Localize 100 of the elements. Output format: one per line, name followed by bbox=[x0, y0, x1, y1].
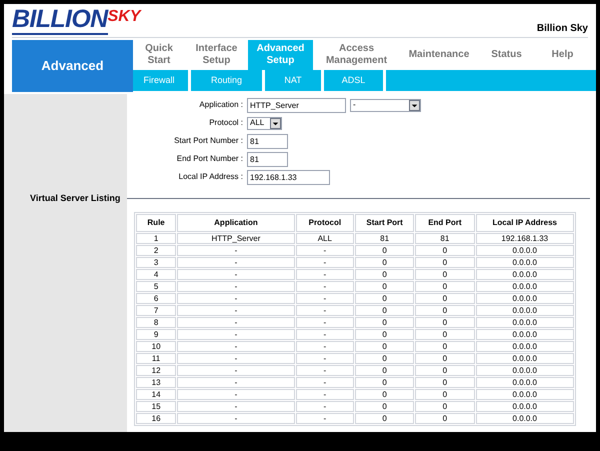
table-cell: 0 bbox=[354, 256, 414, 268]
table-cell: - bbox=[177, 364, 295, 376]
section-heading: Virtual Server Listing bbox=[29, 192, 122, 205]
device-name: Billion Sky bbox=[536, 22, 588, 36]
table-cell: 0.0.0.0 bbox=[476, 316, 574, 328]
table-cell: - bbox=[177, 400, 295, 412]
table-cell: - bbox=[177, 268, 295, 280]
table-cell: 0 bbox=[354, 304, 414, 316]
table-cell: 0 bbox=[354, 328, 414, 340]
table-cell: 0 bbox=[354, 280, 414, 292]
table-cell: 0 bbox=[415, 256, 474, 268]
table-cell: - bbox=[296, 352, 354, 364]
table-cell: 12 bbox=[136, 364, 176, 376]
table-cell: 0.0.0.0 bbox=[476, 256, 574, 268]
table-cell: 0 bbox=[354, 244, 414, 256]
column-header: Start Port bbox=[354, 214, 414, 232]
table-cell: - bbox=[296, 244, 354, 256]
table-cell: 0.0.0.0 bbox=[476, 268, 574, 280]
table-cell: - bbox=[296, 280, 354, 292]
table-cell: 4 bbox=[136, 268, 176, 280]
table-cell: 0.0.0.0 bbox=[476, 328, 574, 340]
table-cell: - bbox=[296, 268, 354, 280]
table-cell: 0 bbox=[415, 340, 474, 352]
field-label: Application : bbox=[198, 99, 244, 111]
input-field[interactable]: 81 bbox=[247, 134, 288, 148]
input-field[interactable]: 192.168.1.33 bbox=[247, 170, 330, 184]
table-cell: 0.0.0.0 bbox=[476, 352, 574, 364]
table-cell: 0 bbox=[415, 316, 474, 328]
table-cell: - bbox=[177, 316, 295, 328]
table-cell: 0 bbox=[415, 304, 474, 316]
table-cell: ALL bbox=[296, 232, 354, 244]
table-cell: 0 bbox=[415, 280, 474, 292]
table-cell: 0 bbox=[415, 388, 474, 400]
table-cell: - bbox=[296, 316, 354, 328]
table-cell: 0 bbox=[354, 376, 414, 388]
table-cell: 0 bbox=[415, 364, 474, 376]
table-cell: 0.0.0.0 bbox=[476, 412, 574, 424]
table-cell: 3 bbox=[136, 256, 176, 268]
table-cell: - bbox=[177, 244, 295, 256]
table-cell: 0.0.0.0 bbox=[476, 244, 574, 256]
table-cell: 0.0.0.0 bbox=[476, 280, 574, 292]
table-cell: 81 bbox=[354, 232, 414, 244]
table-cell: 9 bbox=[136, 328, 176, 340]
table-cell: - bbox=[177, 388, 295, 400]
table-cell: 0 bbox=[354, 388, 414, 400]
table-cell: 11 bbox=[136, 352, 176, 364]
table-cell: - bbox=[296, 256, 354, 268]
table-cell: HTTP_Server bbox=[177, 232, 295, 244]
logo-suffix: SKY bbox=[108, 7, 141, 25]
field-label: Local IP Address : bbox=[178, 171, 244, 183]
table-cell: - bbox=[177, 280, 295, 292]
table-cell: 0.0.0.0 bbox=[476, 292, 574, 304]
column-header: Protocol bbox=[296, 214, 354, 232]
table-cell: - bbox=[296, 412, 354, 424]
table-cell: - bbox=[177, 412, 295, 424]
table-cell: 14 bbox=[136, 388, 176, 400]
nav-tab[interactable]: Advanced Setup bbox=[248, 40, 313, 70]
table-cell: 0 bbox=[415, 244, 474, 256]
input-field[interactable]: 81 bbox=[247, 152, 288, 166]
column-header: Local IP Address bbox=[476, 214, 574, 232]
table-cell: 0 bbox=[354, 352, 414, 364]
input-field[interactable]: HTTP_Server bbox=[247, 98, 346, 112]
table-cell: 0 bbox=[415, 292, 474, 304]
table-cell: 0.0.0.0 bbox=[476, 340, 574, 352]
table-cell: 16 bbox=[136, 412, 176, 424]
table-cell: 13 bbox=[136, 376, 176, 388]
table-cell: 0.0.0.0 bbox=[476, 388, 574, 400]
table-cell: 0 bbox=[354, 400, 414, 412]
table-cell: 0.0.0.0 bbox=[476, 376, 574, 388]
table-cell: 0 bbox=[415, 412, 474, 424]
field-label: Protocol : bbox=[208, 117, 244, 129]
table-cell: 0 bbox=[354, 292, 414, 304]
field-label: Start Port Number : bbox=[173, 135, 244, 147]
table-cell: - bbox=[296, 376, 354, 388]
table-cell: 0 bbox=[415, 268, 474, 280]
table-cell: 0.0.0.0 bbox=[476, 400, 574, 412]
table-cell: 6 bbox=[136, 292, 176, 304]
table-cell: 0 bbox=[354, 340, 414, 352]
table-cell: 0 bbox=[354, 268, 414, 280]
table-cell: - bbox=[177, 292, 295, 304]
column-header: Rule bbox=[136, 214, 176, 232]
table-cell: 0 bbox=[415, 400, 474, 412]
protocol-dropdown[interactable]: ALL bbox=[247, 116, 282, 130]
table-cell: - bbox=[296, 292, 354, 304]
table-cell: - bbox=[177, 340, 295, 352]
preset-dropdown[interactable]: - bbox=[350, 98, 421, 112]
table-cell: - bbox=[177, 256, 295, 268]
table-cell: - bbox=[177, 352, 295, 364]
table-cell: 0 bbox=[415, 328, 474, 340]
table-cell: 81 bbox=[415, 232, 474, 244]
column-header: Application bbox=[177, 214, 295, 232]
table-cell: 192.168.1.33 bbox=[476, 232, 574, 244]
table-cell: - bbox=[177, 328, 295, 340]
column-header: End Port bbox=[415, 214, 474, 232]
section-title: Advanced bbox=[12, 40, 133, 92]
table-cell: 0.0.0.0 bbox=[476, 364, 574, 376]
table-cell: - bbox=[296, 388, 354, 400]
table-cell: - bbox=[177, 304, 295, 316]
table-cell: 0.0.0.0 bbox=[476, 304, 574, 316]
logo: BILLION bbox=[12, 5, 108, 35]
